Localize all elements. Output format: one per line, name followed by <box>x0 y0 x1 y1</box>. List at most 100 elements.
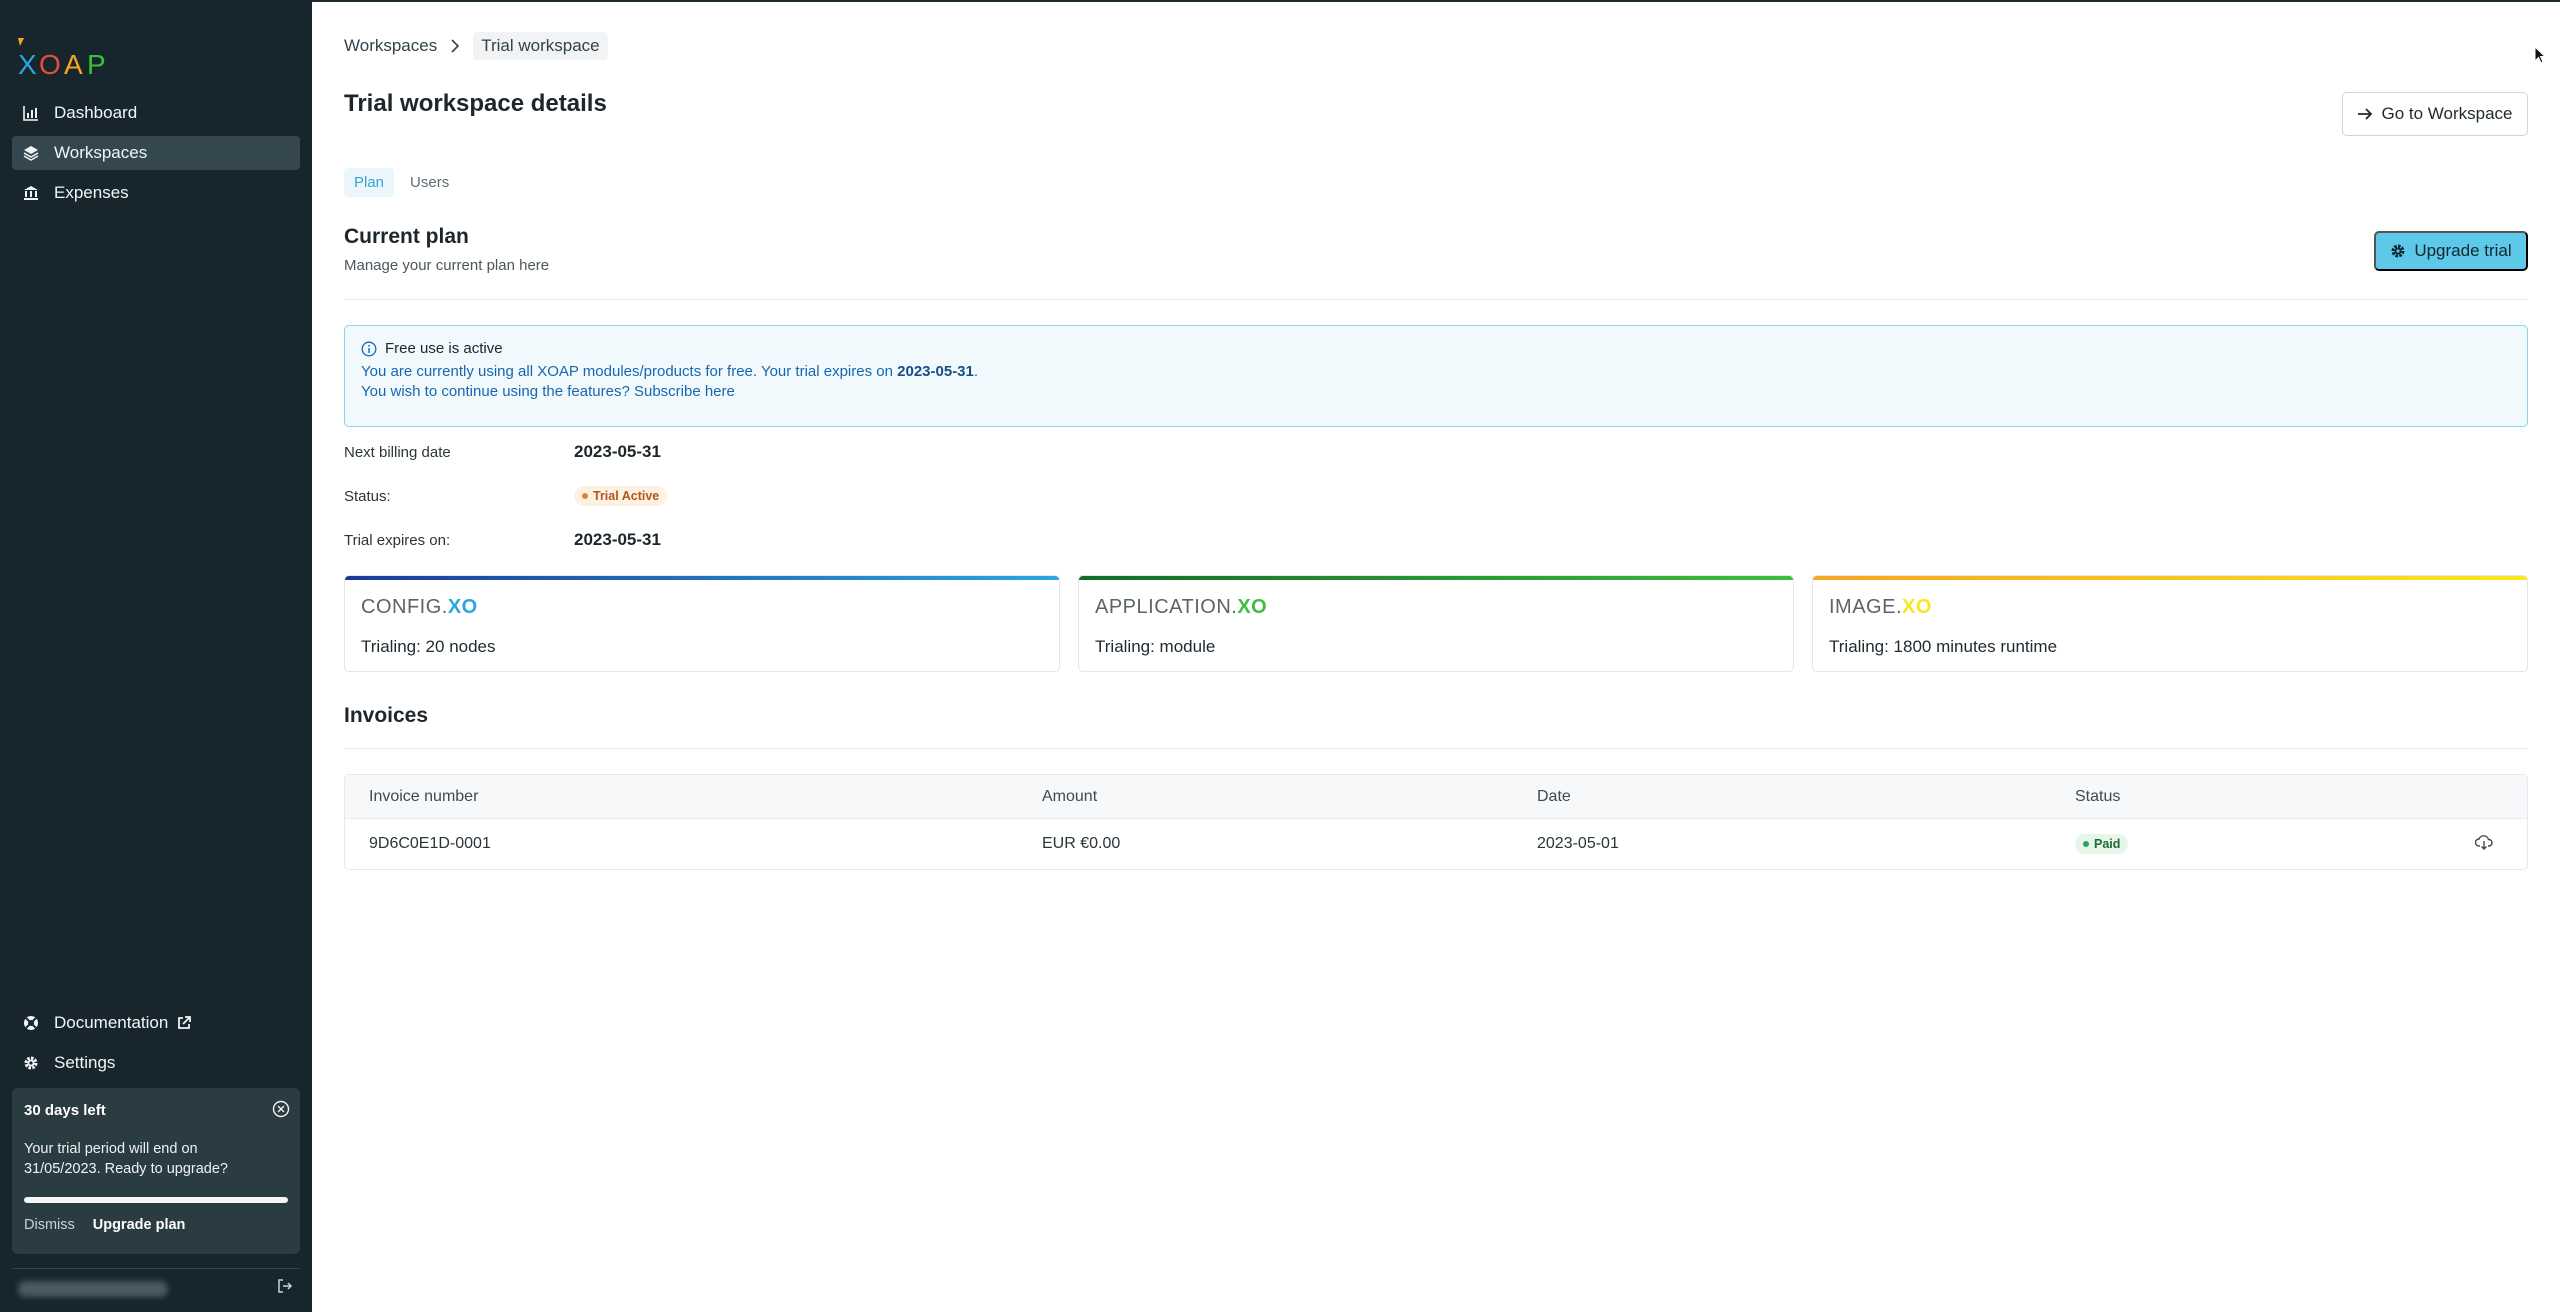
nav-item-label: Workspaces <box>54 143 148 162</box>
sidebar: X O A P Dashboard Workspaces Expenses Do… <box>0 0 312 1312</box>
svg-text:O: O <box>39 49 62 78</box>
breadcrumb-current: Trial workspace <box>473 32 608 60</box>
table-row[interactable]: 9D6C0E1D-0001 EUR €0.00 2023-05-01 Paid <box>345 819 2527 869</box>
tab-users[interactable]: Users <box>400 168 459 197</box>
table-header: Invoice number Amount Date Status <box>345 775 2527 819</box>
column-header[interactable]: Date <box>1537 788 1571 806</box>
divider <box>344 748 2528 749</box>
trial-expires-label: Trial expires on: <box>344 531 451 549</box>
layers-icon <box>22 144 40 162</box>
invoices-title: Invoices <box>344 704 429 727</box>
user-row <box>12 1268 300 1308</box>
invoice-status-badge: Paid <box>2075 834 2129 854</box>
gear-icon <box>22 1054 40 1072</box>
tab-plan[interactable]: Plan <box>344 168 395 197</box>
status-label: Status: <box>344 487 391 505</box>
trial-progress-bar <box>24 1197 288 1203</box>
free-use-alert: Free use is active You are currently usi… <box>344 325 2528 427</box>
nav-item-label: Dashboard <box>54 103 138 122</box>
divider <box>344 299 2528 300</box>
product-card-accent <box>345 576 1059 580</box>
status-badge-text: Trial Active <box>593 489 660 503</box>
next-billing-value: 2023-05-31 <box>574 442 661 461</box>
mouse-cursor-icon <box>2534 45 2547 69</box>
alert-expiry-date: 2023-05-31 <box>897 363 974 380</box>
external-link-icon <box>176 1015 192 1031</box>
current-plan-title: Current plan <box>344 225 469 248</box>
info-icon <box>361 341 377 357</box>
alert-title-text: Free use is active <box>385 340 503 357</box>
product-brand: IMAGE.XO <box>1829 596 1932 618</box>
next-billing-label: Next billing date <box>344 443 451 461</box>
alert-title: Free use is active <box>361 340 2511 357</box>
xoap-logo[interactable]: X O A P <box>12 28 116 78</box>
product-card-image: IMAGE.XO Trialing: 1800 minutes runtime <box>1812 575 2528 672</box>
nav-item-label: Expenses <box>54 183 129 202</box>
upgrade-plan-button[interactable]: Upgrade plan <box>93 1217 186 1233</box>
invoice-status-text: Paid <box>2094 837 2121 851</box>
upgrade-trial-button[interactable]: Upgrade trial <box>2374 231 2528 271</box>
trial-progress-fill <box>24 1197 288 1203</box>
go-to-workspace-label: Go to Workspace <box>2381 104 2513 123</box>
chevron-right-icon <box>449 39 461 53</box>
bank-icon <box>22 184 40 202</box>
product-brand: CONFIG.XO <box>361 596 478 618</box>
column-header[interactable]: Amount <box>1042 788 1097 806</box>
current-plan-subtitle: Manage your current plan here <box>344 257 550 274</box>
trial-message: Your trial period will end on 31/05/2023… <box>24 1141 228 1177</box>
alert-line-1: You are currently using all XOAP modules… <box>361 363 2511 380</box>
alert-line-2: You wish to continue using the features?… <box>361 383 2511 400</box>
product-brand: APPLICATION.XO <box>1095 596 1268 618</box>
svg-text:X: X <box>18 49 38 78</box>
status-row: Status: Trial Active <box>344 486 668 506</box>
close-icon[interactable] <box>272 1100 290 1118</box>
product-detail: Trialing: 1800 minutes runtime <box>1829 637 2058 656</box>
breadcrumb-workspaces[interactable]: Workspaces <box>344 36 437 56</box>
nav-item-settings[interactable]: Settings <box>12 1046 300 1080</box>
product-detail: Trialing: module <box>1095 637 1216 656</box>
product-card-accent <box>1813 576 2527 580</box>
invoice-amount: EUR €0.00 <box>1042 835 1121 852</box>
bottom-nav: Documentation Settings <box>12 1006 300 1086</box>
trial-expires-value: 2023-05-31 <box>574 530 661 549</box>
main-nav: Dashboard Workspaces Expenses <box>12 96 300 216</box>
alert-line-1-text: You are currently using all XOAP modules… <box>361 363 898 380</box>
xoap-logo-mark: X O A P <box>18 38 106 78</box>
dismiss-button[interactable]: Dismiss <box>24 1217 75 1233</box>
next-billing-row: Next billing date 2023-05-31 <box>344 442 661 462</box>
svg-text:A: A <box>64 49 84 78</box>
nav-item-dashboard[interactable]: Dashboard <box>12 96 300 130</box>
lifebuoy-icon <box>22 1014 40 1032</box>
nav-item-documentation[interactable]: Documentation <box>12 1006 300 1040</box>
invoice-number: 9D6C0E1D-0001 <box>369 835 491 852</box>
subscribe-here-link[interactable]: Subscribe here <box>634 383 735 400</box>
gear-icon <box>2390 243 2406 259</box>
cloud-download-icon[interactable] <box>2474 834 2493 855</box>
page-title: Trial workspace details <box>344 90 607 117</box>
logout-icon[interactable] <box>276 1277 294 1300</box>
status-badge: Trial Active <box>574 486 668 506</box>
product-card-application: APPLICATION.XO Trialing: module <box>1078 575 1794 672</box>
user-email-redacted[interactable] <box>18 1280 168 1297</box>
go-to-workspace-button[interactable]: Go to Workspace <box>2342 92 2528 136</box>
product-card-accent <box>1079 576 1793 580</box>
trial-actions: Dismiss Upgrade plan <box>24 1217 288 1233</box>
column-header[interactable]: Status <box>2075 788 2120 806</box>
product-card-config: CONFIG.XO Trialing: 20 nodes <box>344 575 1060 672</box>
invoice-date: 2023-05-01 <box>1537 835 1619 852</box>
alert-line-1-suffix: . <box>973 363 979 380</box>
trial-expires-row: Trial expires on: 2023-05-31 <box>344 530 661 550</box>
chart-bar-icon <box>22 104 40 122</box>
nav-item-expenses[interactable]: Expenses <box>12 176 300 210</box>
tabs: Plan Users <box>344 168 459 197</box>
alert-line-2-text: You wish to continue using the features? <box>361 383 634 400</box>
nav-item-label: Settings <box>54 1053 116 1072</box>
column-header[interactable]: Invoice number <box>369 788 478 806</box>
breadcrumb: Workspaces Trial workspace <box>344 32 608 60</box>
nav-item-label: Documentation <box>54 1013 169 1032</box>
product-detail: Trialing: 20 nodes <box>361 637 496 656</box>
main-content: Workspaces Trial workspace Trial workspa… <box>312 0 2560 1312</box>
nav-item-workspaces[interactable]: Workspaces <box>12 136 300 170</box>
trial-card: 30 days left Your trial period will end … <box>12 1088 300 1254</box>
trial-days-left: 30 days left <box>24 1102 106 1119</box>
